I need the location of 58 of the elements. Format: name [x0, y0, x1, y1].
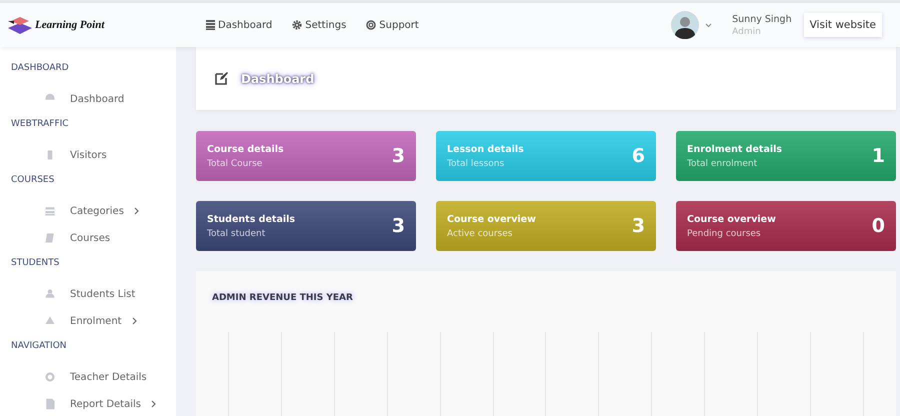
stat-card[interactable]: Course details Total Course 3	[196, 131, 416, 181]
chevron-right-icon	[134, 207, 139, 215]
card-subtitle: Active courses	[447, 228, 514, 238]
card-count: 0	[872, 215, 885, 237]
sidebar-heading: STUDENTS	[11, 258, 60, 270]
card-count: 3	[392, 215, 405, 237]
chevron-right-icon	[151, 400, 156, 408]
card-count: 3	[392, 145, 405, 167]
chevron-right-icon	[132, 317, 137, 325]
avatar-icon[interactable]	[671, 11, 700, 39]
card-subtitle: Pending courses	[687, 228, 762, 238]
sidebar-heading: DASHBOARD	[11, 63, 70, 75]
sidebar-item[interactable]: Report Details	[11, 397, 176, 411]
panel-title: ADMIN REVENUE THIS YEAR	[212, 293, 353, 303]
stat-card[interactable]: Enrolment details Total enrolment 1	[676, 131, 896, 181]
nav-link[interactable]: Settings	[292, 20, 346, 30]
card-count: 6	[632, 145, 645, 167]
card-subtitle: Total enrolment	[687, 158, 758, 168]
chevron-down-icon[interactable]	[705, 22, 712, 28]
stat-card[interactable]: Students details Total student 3	[196, 201, 416, 251]
sidebar-item[interactable]: Visitors	[11, 148, 176, 162]
sidebar-heading: WEBTRAFFIC	[11, 119, 70, 131]
sidebar-item[interactable]: Categories	[11, 204, 176, 218]
card-subtitle: Total lessons	[447, 158, 506, 168]
nav-link[interactable]: Support	[366, 20, 419, 30]
card-title: Course overview	[447, 214, 536, 224]
sidebar-item[interactable]: Teacher Details	[11, 370, 176, 384]
user-role: Admin	[732, 26, 762, 36]
card-subtitle: Total Course	[207, 158, 264, 168]
sidebar-heading: NAVIGATION	[11, 341, 68, 353]
card-title: Course overview	[687, 214, 776, 224]
page-title: Dashboard	[241, 72, 314, 86]
edit-icon	[214, 71, 229, 86]
card-subtitle: Total student	[207, 228, 266, 238]
stat-card[interactable]: Course overview Pending courses 0	[676, 201, 896, 251]
card-count: 3	[632, 215, 645, 237]
card-title: Enrolment details	[687, 144, 782, 154]
menu-item-icon	[44, 315, 56, 327]
sidebar-item[interactable]: Students List	[11, 287, 176, 301]
menu-item-icon	[44, 205, 56, 217]
menu-item-icon	[44, 232, 56, 244]
card-count: 1	[872, 145, 885, 167]
menu-item-icon	[44, 398, 56, 410]
menu-item-icon	[44, 371, 56, 383]
logo-icon	[8, 16, 32, 34]
card-title: Lesson details	[447, 144, 524, 154]
menu-item-icon	[44, 288, 56, 300]
card-title: Students details	[207, 214, 296, 224]
user-name: Sunny Singh	[732, 14, 792, 24]
visit-website-button[interactable]: Visit website	[804, 13, 882, 37]
nav-link[interactable]: Dashboard	[206, 20, 272, 30]
sidebar-item[interactable]: Dashboard	[11, 92, 176, 106]
settings-icon	[292, 20, 302, 30]
sidebar-item[interactable]: Enrolment	[11, 314, 176, 328]
card-title: Course details	[207, 144, 284, 154]
brand-name: Learning Point	[35, 19, 104, 31]
sidebar-heading: COURSES	[11, 175, 56, 187]
sidebar-item[interactable]: Courses	[11, 231, 176, 245]
